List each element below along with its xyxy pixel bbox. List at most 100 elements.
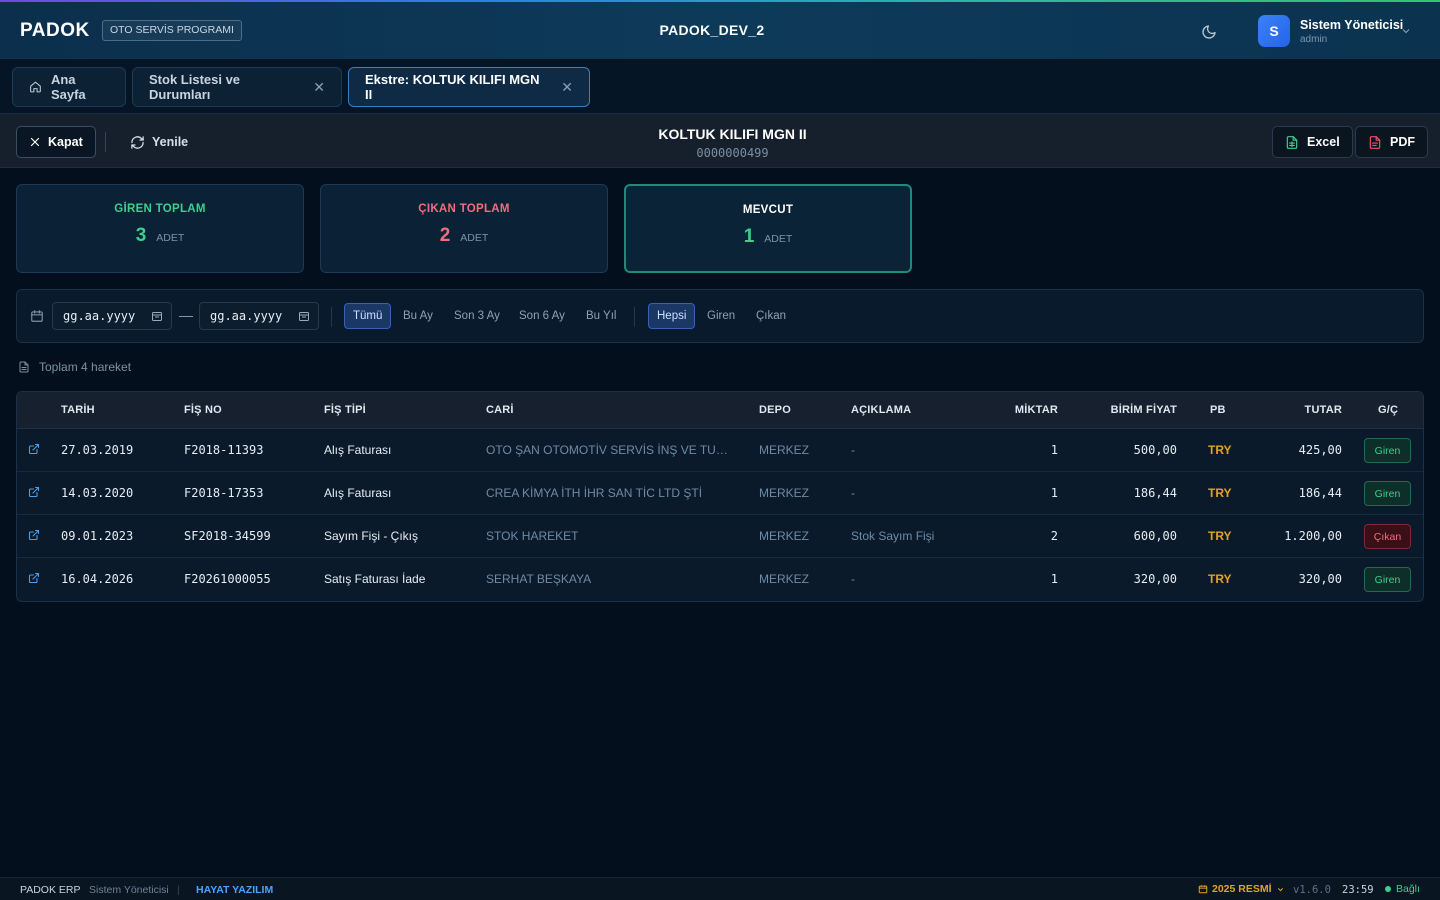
summary-out-unit: ADET bbox=[460, 232, 489, 244]
col-description[interactable]: AÇIKLAMA bbox=[851, 404, 911, 416]
pdf-button-label: PDF bbox=[1390, 135, 1415, 149]
cell-unit-price: 600,00 bbox=[1133, 529, 1177, 543]
filter-bar: gg.aa.yyyy — gg.aa.yyyy Tümü Bu Ay Son 3… bbox=[16, 289, 1424, 343]
connection-status: Bağlı bbox=[1385, 883, 1420, 895]
cell-depo: MERKEZ bbox=[759, 572, 810, 586]
col-amount[interactable]: TUTAR bbox=[1305, 404, 1342, 416]
col-in-out[interactable]: G/Ç bbox=[1378, 404, 1398, 416]
external-link-icon[interactable] bbox=[28, 485, 40, 503]
col-unit-price[interactable]: BİRİM FİYAT bbox=[1111, 404, 1177, 416]
col-cari[interactable]: CARİ bbox=[486, 404, 514, 416]
external-link-icon[interactable] bbox=[28, 528, 40, 546]
cell-description: - bbox=[851, 486, 855, 500]
cell-depo: MERKEZ bbox=[759, 443, 810, 457]
cell-quantity: 2 bbox=[1050, 529, 1058, 543]
excel-icon bbox=[1286, 135, 1298, 149]
status-bar: PADOK ERP Sistem Yöneticisi | HAYAT YAZI… bbox=[0, 877, 1440, 900]
summary-in-unit: ADET bbox=[156, 232, 185, 244]
cell-fis-type: Alış Faturası bbox=[324, 443, 392, 457]
cell-quantity: 1 bbox=[1050, 572, 1058, 586]
pdf-button[interactable]: PDF bbox=[1355, 126, 1428, 158]
date-to-input[interactable]: gg.aa.yyyy bbox=[199, 302, 319, 330]
cell-description: - bbox=[851, 443, 855, 457]
col-depo[interactable]: DEPO bbox=[759, 404, 791, 416]
summary-out-value: 2 bbox=[439, 225, 451, 246]
cell-unit-price: 500,00 bbox=[1133, 443, 1177, 457]
action-bar: Kapat Yenile KOLTUK KILIFI MGN II 000000… bbox=[0, 113, 1440, 168]
summary-card-current: MEVCUT 1 ADET bbox=[624, 184, 912, 273]
cell-date: 16.04.2026 bbox=[61, 572, 134, 586]
table-row[interactable]: 16.04.2026 F20261000055 Satış Faturası İ… bbox=[17, 558, 1423, 601]
cell-fis-type: Sayım Fişi - Çıkış bbox=[324, 529, 419, 543]
close-icon[interactable]: ✕ bbox=[561, 79, 573, 96]
clock: 23:59 bbox=[1342, 884, 1374, 896]
cell-fis-no: F2018-11393 bbox=[184, 443, 264, 457]
direction-in-chip[interactable]: Giren bbox=[699, 303, 743, 329]
external-link-icon[interactable] bbox=[28, 571, 40, 589]
table-header: TARİH FİŞ NO FİŞ TİPİ CARİ DEPO AÇIKLAMA… bbox=[17, 392, 1423, 429]
status-badge: Giren bbox=[1364, 438, 1411, 463]
online-dot-icon bbox=[1385, 886, 1391, 892]
table-row[interactable]: 14.03.2020 F2018-17353 Alış Faturası CRE… bbox=[17, 472, 1423, 515]
period-3-months-chip[interactable]: Son 3 Ay bbox=[446, 303, 508, 329]
calendar-picker-icon[interactable] bbox=[151, 310, 163, 322]
total-movements-text: Toplam 4 hareket bbox=[39, 360, 132, 374]
cell-cari: SERHAT BEŞKAYA bbox=[486, 572, 592, 586]
tab-stock-list[interactable]: Stok Listesi ve Durumları ✕ bbox=[132, 67, 342, 107]
period-selector[interactable]: 2025 RESMİ bbox=[1198, 883, 1285, 895]
col-fis-type[interactable]: FİŞ TİPİ bbox=[324, 404, 366, 416]
close-icon[interactable]: ✕ bbox=[313, 79, 325, 96]
table-row[interactable]: 09.01.2023 SF2018-34599 Sayım Fişi - Çık… bbox=[17, 515, 1423, 558]
avatar[interactable]: S bbox=[1258, 15, 1290, 47]
status-company[interactable]: HAYAT YAZILIM bbox=[196, 884, 273, 896]
user-name[interactable]: Sistem Yöneticisi bbox=[1300, 18, 1403, 32]
user-menu-chevron[interactable] bbox=[1400, 24, 1412, 42]
period-this-month-chip[interactable]: Bu Ay bbox=[395, 303, 441, 329]
chevron-down-icon bbox=[1402, 29, 1410, 34]
item-title: KOLTUK KILIFI MGN II bbox=[658, 126, 807, 142]
divider: | bbox=[177, 884, 180, 896]
calendar-icon bbox=[31, 310, 43, 322]
period-6-months-chip[interactable]: Son 6 Ay bbox=[511, 303, 573, 329]
period-this-year-chip[interactable]: Bu Yıl bbox=[578, 303, 624, 329]
table-row[interactable]: 27.03.2019 F2018-11393 Alış Faturası OTO… bbox=[17, 429, 1423, 472]
date-to-value: gg.aa.yyyy bbox=[210, 309, 283, 323]
cell-fis-no: SF2018-34599 bbox=[184, 529, 271, 543]
cell-fis-no: F2018-17353 bbox=[184, 486, 264, 500]
cell-cari: OTO ŞAN OTOMOTİV SERVİS İNŞ VE TUR SA... bbox=[486, 443, 736, 457]
calendar-picker-icon[interactable] bbox=[298, 310, 310, 322]
cell-date: 14.03.2020 bbox=[61, 486, 134, 500]
col-date[interactable]: TARİH bbox=[61, 404, 95, 416]
home-icon bbox=[30, 81, 41, 93]
total-movements: Toplam 4 hareket bbox=[18, 360, 131, 374]
summary-card-in: GİREN TOPLAM 3 ADET bbox=[16, 184, 304, 273]
period-label: 2025 RESMİ bbox=[1212, 883, 1272, 895]
excel-button[interactable]: Excel bbox=[1272, 126, 1353, 158]
direction-all-chip[interactable]: Hepsi bbox=[648, 303, 696, 329]
excel-button-label: Excel bbox=[1307, 135, 1340, 149]
cell-currency: TRY bbox=[1208, 486, 1232, 500]
cell-amount: 1.200,00 bbox=[1284, 529, 1342, 543]
tab-statement[interactable]: Ekstre: KOLTUK KILIFI MGN II ✕ bbox=[348, 67, 590, 107]
status-badge: Giren bbox=[1364, 481, 1411, 506]
col-fis-no[interactable]: FİŞ NO bbox=[184, 404, 222, 416]
external-link-icon[interactable] bbox=[28, 442, 40, 460]
col-quantity[interactable]: MİKTAR bbox=[1015, 404, 1058, 416]
cell-quantity: 1 bbox=[1050, 486, 1058, 500]
summary-current-unit: ADET bbox=[764, 233, 793, 245]
pdf-icon bbox=[1369, 135, 1381, 149]
cell-amount: 186,44 bbox=[1298, 486, 1342, 500]
status-app-name: PADOK ERP bbox=[20, 884, 81, 896]
period-all-chip[interactable]: Tümü bbox=[344, 303, 392, 329]
date-from-input[interactable]: gg.aa.yyyy bbox=[52, 302, 172, 330]
cell-currency: TRY bbox=[1208, 572, 1232, 586]
theme-toggle-button[interactable] bbox=[1198, 21, 1220, 43]
col-currency[interactable]: PB bbox=[1210, 404, 1226, 416]
direction-out-chip[interactable]: Çıkan bbox=[748, 303, 794, 329]
cell-description: Stok Sayım Fişi bbox=[851, 529, 935, 543]
summary-current-label: MEVCUT bbox=[742, 204, 794, 216]
cell-currency: TRY bbox=[1208, 443, 1232, 457]
tab-home[interactable]: Ana Sayfa bbox=[12, 67, 126, 107]
cell-cari: CREA KİMYA İTH İHR SAN TİC LTD ŞTİ bbox=[486, 486, 703, 500]
cell-date: 09.01.2023 bbox=[61, 529, 134, 543]
